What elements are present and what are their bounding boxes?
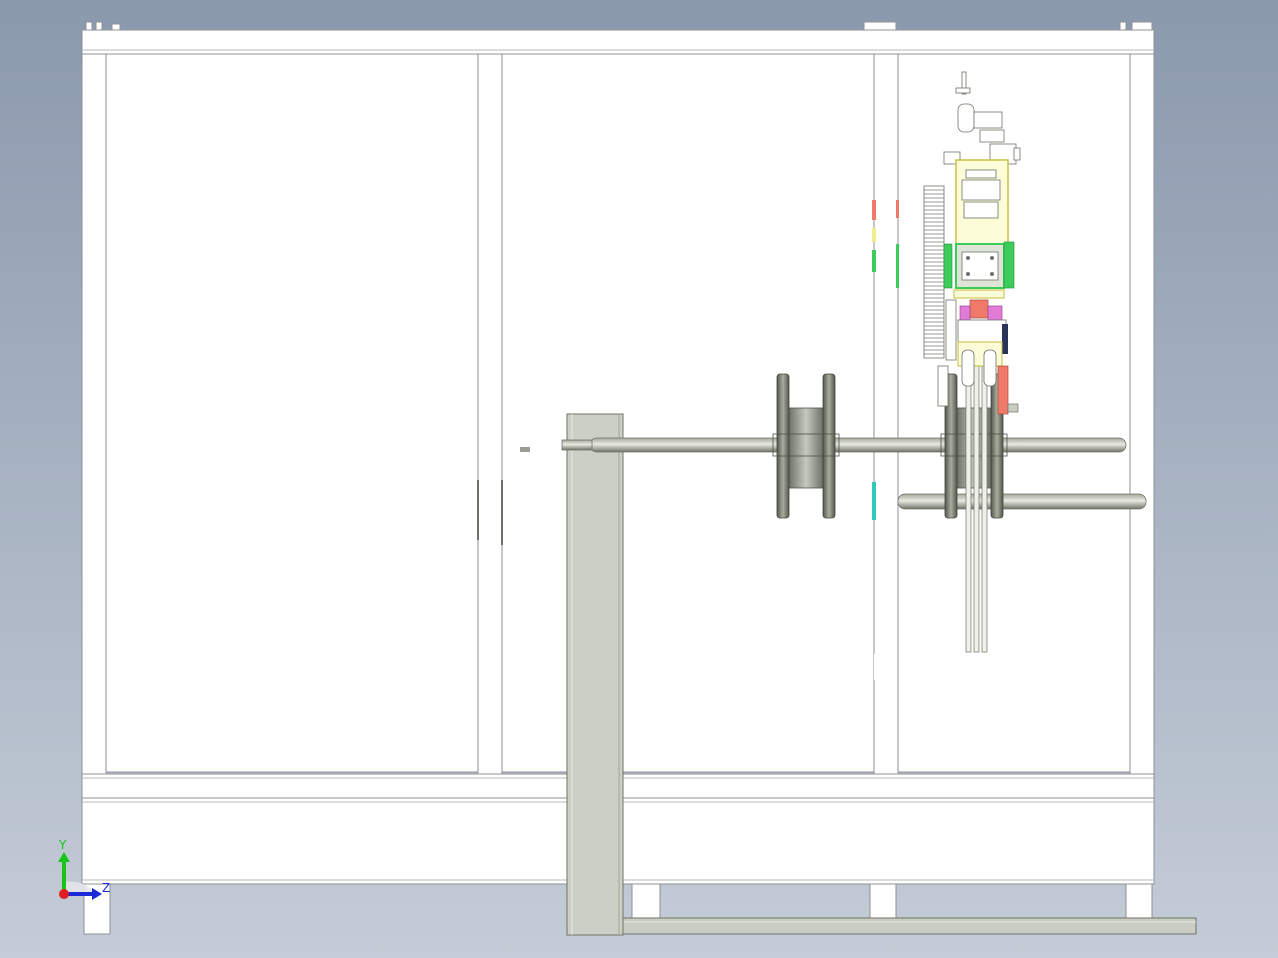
- x-axis-dot: [59, 889, 69, 899]
- machine-drawing: [58, 21, 1197, 936]
- z-axis-label: Z: [102, 881, 111, 895]
- y-axis-label: Y: [59, 838, 67, 852]
- base-rail: [621, 917, 1197, 935]
- support-column: [566, 413, 624, 936]
- top-frame-beam: [81, 21, 1155, 55]
- lower-shaft: [897, 493, 1147, 510]
- cad-viewport[interactable]: Y Z: [0, 0, 1278, 958]
- y-axis-arrowhead: [58, 852, 70, 862]
- upper-shaft: [561, 437, 1127, 453]
